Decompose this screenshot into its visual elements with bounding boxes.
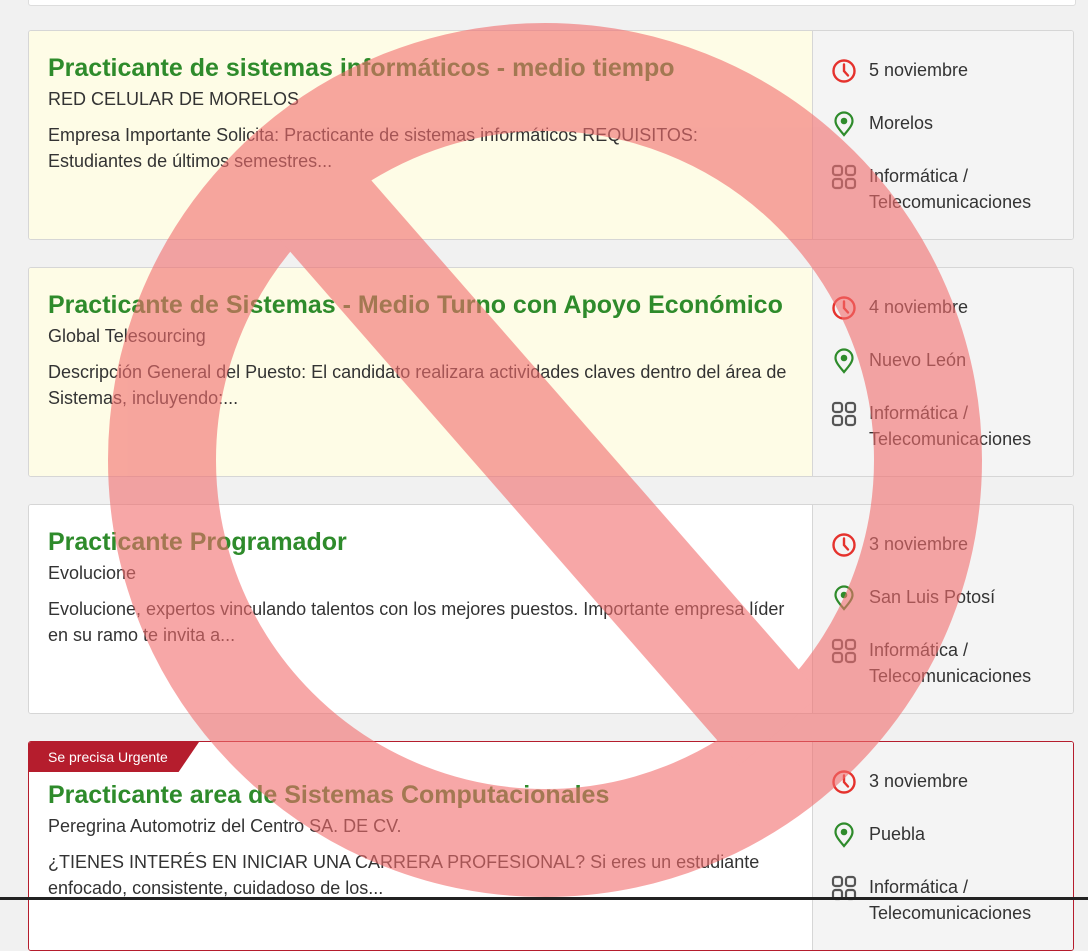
clock-icon [832,296,856,320]
date-text: 5 noviembre [869,60,969,80]
grid-icon [831,401,857,427]
job-location: San Luis Potosí [831,584,1073,637]
map-pin-icon [834,822,854,848]
job-description: Empresa Importante Solicita: Practicante… [48,125,698,171]
job-title-link[interactable]: Practicante de sistemas informáticos - m… [48,53,792,83]
date-text: 3 noviembre [869,771,969,791]
job-main: Practicante Programador Evolucione Evolu… [29,505,812,713]
clock-icon [832,770,856,794]
date-text: 3 noviembre [869,534,969,554]
job-meta: 4 noviembre Nuevo León Informática / Tel… [812,268,1073,476]
job-date: 3 noviembre [831,531,1073,584]
company-name: RED CELULAR DE MORELOS [48,89,300,109]
job-card-urgent[interactable]: Se precisa Urgente Practicante area de S… [28,741,1074,951]
job-category: Informática / Telecomunicaciones [831,163,1073,215]
job-main: Se precisa Urgente Practicante area de S… [29,742,812,950]
job-title-link[interactable]: Practicante Programador [48,527,792,557]
job-card[interactable]: Practicante de sistemas informáticos - m… [28,30,1074,240]
job-main: Practicante de sistemas informáticos - m… [29,31,812,239]
clock-icon [832,59,856,83]
job-meta: 3 noviembre Puebla Informática / Telecom… [812,742,1073,950]
company-name: Global Telesourcing [48,326,206,346]
clock-icon [832,533,856,557]
company-name: Peregrina Automotriz del Centro SA. DE C… [48,816,402,836]
job-meta: 3 noviembre San Luis Potosí Informática … [812,505,1073,713]
job-description: ¿TIENES INTERÉS EN INICIAR UNA CARRERA P… [48,852,760,898]
job-meta: 5 noviembre Morelos Informática / Teleco… [812,31,1073,239]
job-location: Morelos [831,110,1073,163]
grid-icon [831,164,857,190]
location-text: Puebla [869,824,926,844]
job-card[interactable]: Practicante Programador Evolucione Evolu… [28,504,1074,714]
date-text: 4 noviembre [869,297,969,317]
map-pin-icon [834,585,854,611]
location-text: San Luis Potosí [869,587,996,607]
previous-card-edge [28,0,1076,6]
job-category: Informática / Telecomunicaciones [831,874,1073,926]
category-text: Informática / Telecomunicaciones [869,877,1032,923]
job-date: 3 noviembre [831,768,1073,821]
urgent-badge: Se precisa Urgente [29,742,199,772]
job-description: Descripción General del Puesto: El candi… [48,362,787,408]
category-text: Informática / Telecomunicaciones [869,403,1032,449]
job-category: Informática / Telecomunicaciones [831,400,1073,452]
map-pin-icon [834,111,854,137]
job-date: 5 noviembre [831,57,1073,110]
job-category: Informática / Telecomunicaciones [831,637,1073,689]
map-pin-icon [834,348,854,374]
job-location: Puebla [831,821,1073,874]
grid-icon [831,638,857,664]
job-location: Nuevo León [831,347,1073,400]
job-title-link[interactable]: Practicante area de Sistemas Computacion… [48,780,792,810]
job-date: 4 noviembre [831,294,1073,347]
category-text: Informática / Telecomunicaciones [869,166,1032,212]
company-name: Evolucione [48,563,137,583]
job-title-link[interactable]: Practicante de Sistemas - Medio Turno co… [48,290,792,320]
location-text: Morelos [869,113,934,133]
job-main: Practicante de Sistemas - Medio Turno co… [29,268,812,476]
category-text: Informática / Telecomunicaciones [869,640,1032,686]
job-description: Evolucione, expertos vinculando talentos… [48,599,785,645]
job-card[interactable]: Practicante de Sistemas - Medio Turno co… [28,267,1074,477]
location-text: Nuevo León [869,350,967,370]
